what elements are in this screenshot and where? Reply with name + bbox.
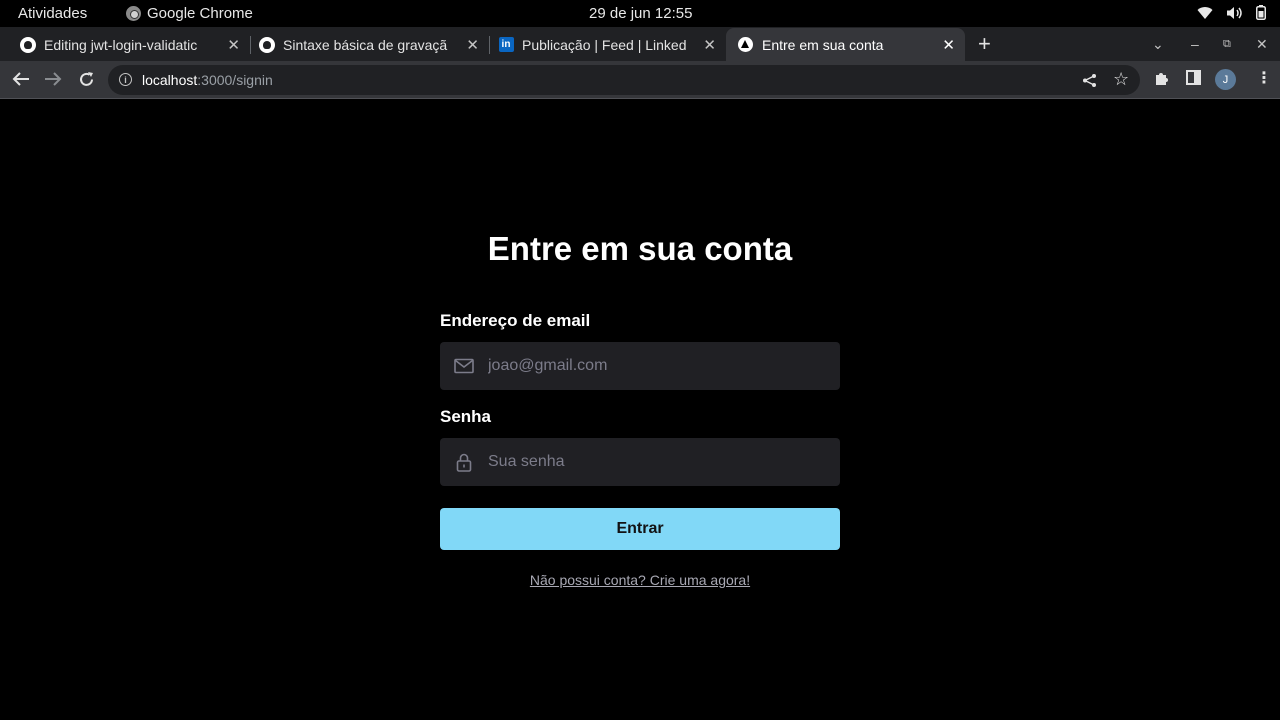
lock-icon <box>456 453 472 472</box>
signup-link[interactable]: Não possui conta? Crie uma agora! <box>0 572 1280 588</box>
extensions-puzzle-icon[interactable] <box>1154 70 1170 86</box>
url-path: :3000/signin <box>197 72 273 88</box>
tab-title: Publicação | Feed | Linked <box>522 36 687 53</box>
email-field[interactable] <box>440 342 840 390</box>
password-field[interactable] <box>440 438 840 486</box>
envelope-icon <box>454 358 474 374</box>
email-label: Endereço de email <box>440 311 591 330</box>
tab-title: Entre em sua conta <box>762 36 884 53</box>
system-top-bar: Atividades Google Chrome 29 de jun 12:55 <box>0 0 1280 27</box>
tab-strip: Editing jwt-login-validatic ✕ Sintaxe bá… <box>0 27 1280 61</box>
share-icon[interactable] <box>1082 73 1097 88</box>
tab-signin[interactable]: Entre em sua conta ✕ <box>726 28 965 61</box>
nextjs-icon <box>737 37 753 52</box>
restore-icon[interactable]: ⧉ <box>1223 38 1231 51</box>
close-icon[interactable]: ✕ <box>703 36 716 54</box>
site-info-icon[interactable]: i <box>119 73 132 86</box>
bookmark-star-icon[interactable]: ☆ <box>1113 69 1129 90</box>
app-menu[interactable]: Google Chrome <box>126 5 253 22</box>
address-bar[interactable]: i localhost:3000/signin ☆ <box>108 65 1140 95</box>
close-window-icon[interactable]: ✕ <box>1256 36 1268 53</box>
tab-linkedin[interactable]: in Publicação | Feed | Linked ✕ <box>490 28 726 61</box>
browser-toolbar: i localhost:3000/signin ☆ J ⋮ <box>0 61 1280 99</box>
email-input[interactable] <box>488 342 828 390</box>
new-tab-plus-icon[interactable]: + <box>978 33 991 55</box>
linkedin-icon: in <box>498 37 514 52</box>
close-icon[interactable]: ✕ <box>227 36 240 54</box>
minimize-icon[interactable]: – <box>1191 36 1199 52</box>
github-icon <box>20 36 36 53</box>
activities-button[interactable]: Atividades <box>18 5 87 22</box>
tab-search-chevron-icon[interactable]: ⌄ <box>1152 36 1164 53</box>
volume-icon <box>1227 6 1242 19</box>
reload-icon[interactable] <box>78 71 95 88</box>
url-host: localhost <box>142 72 198 88</box>
password-input[interactable] <box>488 438 828 486</box>
github-icon <box>259 36 275 53</box>
chrome-icon <box>126 6 141 21</box>
clock[interactable]: 29 de jun 12:55 <box>589 5 692 22</box>
app-name: Google Chrome <box>147 5 253 22</box>
system-tray[interactable] <box>1197 5 1266 20</box>
profile-avatar[interactable]: J <box>1215 69 1236 90</box>
page-title: Entre em sua conta <box>487 230 793 267</box>
battery-icon <box>1256 5 1266 20</box>
forward-arrow-icon[interactable] <box>44 71 62 87</box>
tab-title: Sintaxe básica de gravaçã <box>283 36 448 53</box>
tab-github-sintaxe[interactable]: Sintaxe básica de gravaçã ✕ <box>251 28 490 61</box>
wifi-icon <box>1197 6 1213 19</box>
signin-button[interactable]: Entrar <box>440 508 840 550</box>
kebab-menu-icon[interactable]: ⋮ <box>1256 68 1272 88</box>
password-label: Senha <box>440 407 492 426</box>
side-panel-icon[interactable] <box>1186 70 1201 85</box>
close-icon[interactable]: ✕ <box>942 36 955 54</box>
tab-github-editing[interactable]: Editing jwt-login-validatic ✕ <box>12 28 251 61</box>
back-arrow-icon[interactable] <box>12 71 30 87</box>
close-icon[interactable]: ✕ <box>466 36 479 54</box>
tab-title: Editing jwt-login-validatic <box>44 36 198 53</box>
page-viewport: Entre em sua conta Endereço de email Sen… <box>0 100 1280 720</box>
url-text[interactable]: localhost:3000/signin <box>142 72 273 88</box>
